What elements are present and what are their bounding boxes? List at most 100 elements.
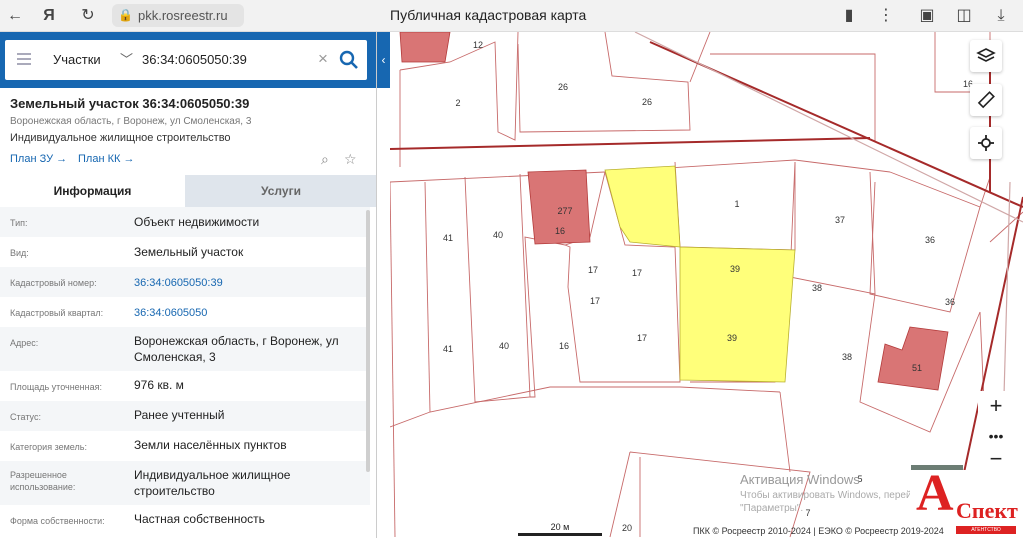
property-label: Кадастровый квартал: [10, 308, 104, 318]
parcel-label: 36 [925, 235, 935, 245]
page-title: Публичная кадастровая карта [390, 7, 587, 23]
property-row: Тип: Объект недвижимости [0, 207, 370, 237]
hamburger-menu-icon[interactable] [17, 53, 31, 65]
object-address: Воронежская область, г Воронеж, ул Смоле… [10, 116, 252, 127]
parcel-label: 277 [557, 206, 572, 216]
property-value: Ранее учтенный [134, 408, 225, 422]
properties-table: Тип: Объект недвижимости Вид: Земельный … [0, 207, 370, 535]
parcel-label: 12 [473, 40, 483, 50]
parcel-label: 20 [622, 523, 632, 533]
parcel-label: 16 [559, 341, 569, 351]
crosshair-icon [978, 135, 994, 151]
logo-letter: А [916, 465, 954, 522]
property-value: Воронежская область, г Воронеж, ул Смоле… [134, 334, 339, 364]
yandex-icon[interactable]: Я [38, 5, 60, 27]
property-row: Форма собственности: Частная собственнос… [0, 505, 370, 535]
parcel-label: 17 [590, 296, 600, 306]
parcel-label: 41 [443, 233, 453, 243]
map-canvas[interactable]: 12 2 26 26 16 1 37 36 277 16 41 40 17 17… [390, 32, 1023, 538]
cadastral-map[interactable]: 12 2 26 26 16 1 37 36 277 16 41 40 17 17… [390, 32, 1023, 538]
parcel-label: 26 [642, 97, 652, 107]
property-label: Форма собственности: [10, 516, 105, 526]
property-label: Разрешенное использование: [10, 470, 76, 492]
property-label: Кадастровый номер: [10, 278, 97, 288]
parcel-label: 2 [455, 98, 460, 108]
favorite-star-icon[interactable]: ☆ [344, 151, 357, 168]
url-text: pkk.rosreestr.ru [138, 8, 228, 23]
address-bar[interactable]: 🔒 pkk.rosreestr.ru [112, 4, 244, 27]
property-value: Земельный участок [134, 245, 244, 259]
lock-icon: 🔒 [118, 8, 133, 22]
parcel-label: 36 [945, 297, 955, 307]
panel-scrollbar[interactable] [366, 210, 370, 472]
back-icon[interactable]: ← [4, 5, 26, 27]
parcel-label: 41 [443, 344, 453, 354]
parcel-label: 17 [637, 333, 647, 343]
ruler-button[interactable] [970, 84, 1002, 116]
parcel-label: 51 [912, 363, 922, 373]
plan-zu-link[interactable]: План ЗУ → [10, 153, 67, 165]
parcel-label: 40 [493, 230, 503, 240]
download-icon[interactable]: ⤓ [990, 5, 1012, 27]
info-panel: Участки ﹀ 36:34:0605050:39 × Земельный у… [0, 32, 377, 538]
parcel-label: 40 [499, 341, 509, 351]
search-icon[interactable] [338, 49, 360, 71]
property-row: Адрес: Воронежская область, г Воронеж, у… [0, 327, 370, 371]
cadastral-quarter-link[interactable]: 36:34:0605050 [134, 305, 359, 321]
parcel-label: 7 [805, 508, 810, 518]
property-label: Вид: [10, 248, 29, 258]
property-value: Земли населённых пунктов [134, 438, 287, 452]
bookmark-icon[interactable]: ▮ [838, 5, 860, 27]
search-bar: Участки ﹀ 36:34:0605050:39 × [0, 32, 376, 88]
building-top[interactable] [399, 32, 451, 63]
plan-kk-link[interactable]: План КК → [78, 153, 134, 165]
parcel-label: 37 [835, 215, 845, 225]
browser-toolbar: ← Я ↻ 🔒 pkk.rosreestr.ru Публичная кадас… [0, 0, 1023, 32]
property-label: Статус: [10, 412, 41, 422]
ruler-icon [977, 91, 995, 109]
chevron-down-icon[interactable]: ﹀ [120, 49, 133, 68]
building-51[interactable] [877, 326, 949, 391]
property-label: Категория земель: [10, 442, 87, 452]
property-value: Объект недвижимости [134, 215, 260, 229]
zoom-in-button[interactable]: + [978, 391, 1014, 421]
collapse-panel-button[interactable]: ‹ [377, 32, 390, 88]
search-type-select[interactable]: Участки [53, 52, 101, 67]
tabs-icon[interactable]: ▣ [916, 5, 938, 27]
property-row: Категория земель: Земли населённых пункт… [0, 431, 370, 461]
tab-info[interactable]: Информация [0, 175, 185, 207]
reload-icon[interactable]: ↻ [77, 5, 99, 27]
property-row: Вид: Земельный участок [0, 237, 370, 267]
parcel-label: 39 [730, 264, 740, 274]
property-row: Статус: Ранее учтенный [0, 401, 370, 431]
property-row: Кадастровый квартал: 36:34:0605050 [0, 297, 370, 327]
search-input[interactable]: 36:34:0605050:39 [142, 52, 247, 67]
zoom-to-object-icon[interactable]: ⌕ [321, 151, 329, 168]
parcel-label: 17 [632, 268, 642, 278]
parcel-label: 26 [558, 82, 568, 92]
locate-button[interactable] [970, 127, 1002, 159]
menu-icon[interactable]: ⋮ [875, 5, 897, 27]
parcel-label: 17 [588, 265, 598, 275]
scale-bar [518, 533, 602, 536]
object-use: Индивидуальное жилищное строительство [10, 132, 231, 144]
collections-icon[interactable]: ◫ [953, 5, 975, 27]
tab-services[interactable]: Услуги [185, 175, 376, 207]
property-label: Адрес: [10, 338, 39, 348]
cadastral-number-link[interactable]: 36:34:0605050:39 [134, 275, 359, 291]
property-row: Площадь уточненная: 976 кв. м [0, 371, 370, 401]
clear-icon[interactable]: × [318, 49, 328, 69]
property-row: Кадастровый номер: 36:34:0605050:39 [0, 267, 370, 297]
search-box: Участки ﹀ 36:34:0605050:39 × [5, 40, 367, 80]
property-value: 976 кв. м [134, 378, 184, 392]
object-title: Земельный участок 36:34:0605050:39 [10, 96, 250, 111]
layers-button[interactable] [970, 40, 1002, 72]
property-row: Разрешенное использование: Индивидуально… [0, 461, 370, 505]
copyright-text: ПКК © Росреестр 2010-2024 | ЕЭКО © Росре… [693, 526, 944, 536]
windows-watermark-text: "Параметры". [740, 503, 804, 514]
property-label: Тип: [10, 218, 28, 228]
layers-icon [976, 48, 996, 62]
parcel-label: 38 [812, 283, 822, 293]
logo-tagline: АГЕНТСТВО НЕДВИЖИМОСТИ [956, 526, 1016, 541]
property-value: Индивидуальное жилищное строительство [134, 468, 291, 498]
